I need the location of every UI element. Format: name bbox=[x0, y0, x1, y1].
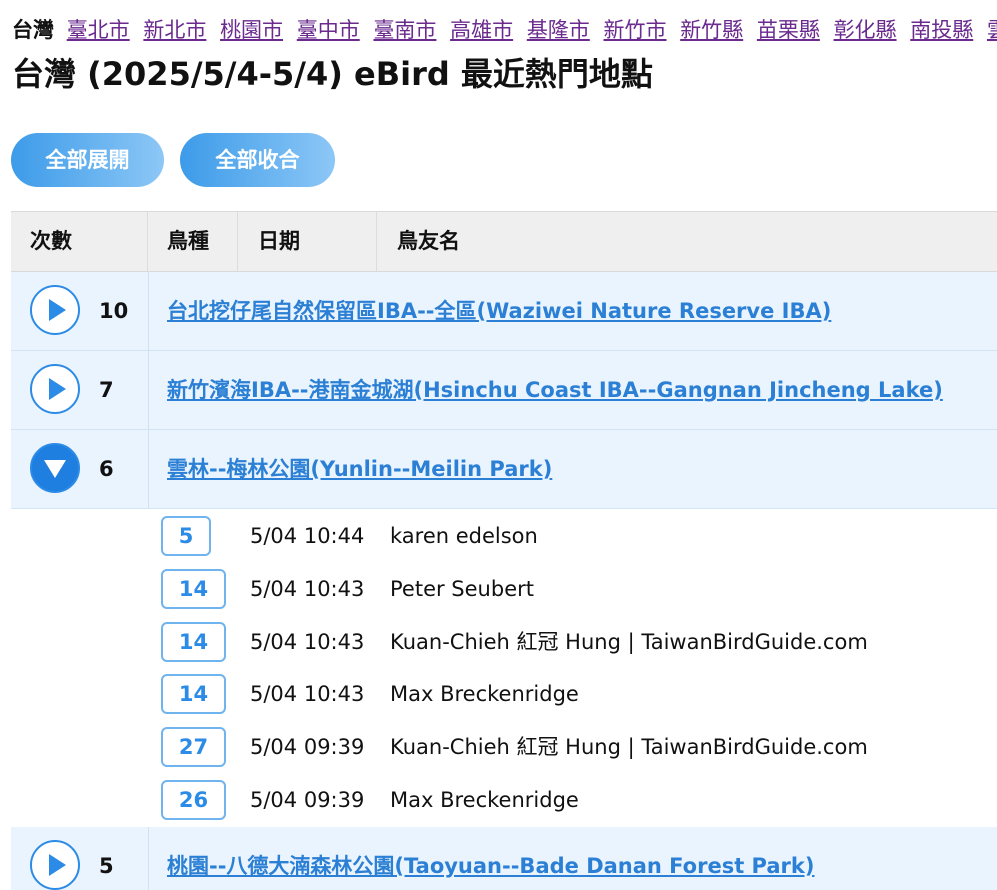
collapse-all-button[interactable]: 全部收合 bbox=[180, 133, 335, 187]
region-link[interactable]: 桃園市 bbox=[220, 18, 283, 42]
species-count-badge[interactable]: 5 bbox=[161, 516, 211, 556]
header-species[interactable]: 鳥種 bbox=[148, 212, 238, 271]
collapse-toggle-button[interactable] bbox=[30, 443, 80, 493]
header-count[interactable]: 次數 bbox=[11, 212, 148, 271]
expand-toggle-button[interactable] bbox=[30, 364, 80, 414]
location-link[interactable]: 桃園--八德大湳森林公園(Taoyuan--Bade Danan Forest … bbox=[167, 827, 814, 890]
location-row: 10 台北挖仔尾自然保留區IBA--全區(Waziwei Nature Rese… bbox=[11, 272, 997, 351]
species-count-badge[interactable]: 14 bbox=[161, 622, 226, 662]
region-link[interactable]: 臺北市 bbox=[67, 18, 130, 42]
birder-name: Kuan-Chieh 紅冠 Hung | TaiwanBirdGuide.com bbox=[390, 735, 868, 759]
hotspot-table: 次數 鳥種 日期 鳥友名 10 台北挖仔尾自然保留區IBA--全區(Waziwe… bbox=[11, 211, 997, 890]
checklist-date: 5/04 09:39 bbox=[250, 735, 365, 759]
birder-name: karen edelson bbox=[390, 524, 538, 548]
expand-toggle-button[interactable] bbox=[30, 840, 80, 890]
region-link[interactable]: 高雄市 bbox=[450, 18, 513, 42]
header-birder[interactable]: 鳥友名 bbox=[377, 212, 997, 271]
location-count: 10 bbox=[99, 299, 129, 323]
region-link[interactable]: 新竹市 bbox=[604, 18, 667, 42]
region-link[interactable]: 苗栗縣 bbox=[757, 18, 820, 42]
triangle-down-icon bbox=[44, 460, 66, 478]
checklist-row: 27 5/04 09:39 Kuan-Chieh 紅冠 Hung | Taiwa… bbox=[11, 721, 997, 774]
region-link[interactable]: 新竹縣 bbox=[680, 18, 743, 42]
species-count-badge[interactable]: 14 bbox=[161, 674, 226, 714]
region-country: 台灣 bbox=[12, 18, 54, 42]
region-link[interactable]: 基隆市 bbox=[527, 18, 590, 42]
region-nav: 台灣 臺北市 新北市 桃園市 臺中市 臺南市 高雄市 基隆市 新竹市 新竹縣 苗… bbox=[12, 14, 997, 46]
checklist-date: 5/04 10:44 bbox=[250, 524, 365, 548]
species-count-badge[interactable]: 27 bbox=[161, 727, 226, 767]
checklist-date: 5/04 10:43 bbox=[250, 577, 365, 601]
play-icon bbox=[49, 299, 66, 321]
region-link[interactable]: 臺中市 bbox=[297, 18, 360, 42]
region-link[interactable]: 臺南市 bbox=[373, 18, 436, 42]
location-row: 5 桃園--八德大湳森林公園(Taoyuan--Bade Danan Fores… bbox=[11, 827, 997, 890]
checklist-row: 14 5/04 10:43 Kuan-Chieh 紅冠 Hung | Taiwa… bbox=[11, 616, 997, 669]
checklist-row: 26 5/04 09:39 Max Breckenridge bbox=[11, 774, 997, 827]
checklist-date: 5/04 10:43 bbox=[250, 630, 365, 654]
region-link[interactable]: 雲 bbox=[987, 18, 997, 42]
checklist-row: 14 5/04 10:43 Max Breckenridge bbox=[11, 668, 997, 721]
location-count: 5 bbox=[99, 854, 114, 878]
page-title: 台灣 (2025/5/4-5/4) eBird 最近熱門地點 bbox=[12, 55, 653, 93]
birder-name: Peter Seubert bbox=[390, 577, 534, 601]
location-link[interactable]: 新竹濱海IBA--港南金城湖(Hsinchu Coast IBA--Gangna… bbox=[167, 351, 943, 429]
birder-name: Kuan-Chieh 紅冠 Hung | TaiwanBirdGuide.com bbox=[390, 630, 868, 654]
expand-toggle-button[interactable] bbox=[30, 285, 80, 335]
header-date[interactable]: 日期 bbox=[238, 212, 377, 271]
location-count: 6 bbox=[99, 457, 114, 481]
checklist-date: 5/04 09:39 bbox=[250, 788, 365, 812]
location-row: 6 雲林--梅林公園(Yunlin--Meilin Park) bbox=[11, 430, 997, 509]
birder-name: Max Breckenridge bbox=[390, 788, 579, 812]
region-link[interactable]: 彰化縣 bbox=[834, 18, 897, 42]
checklist-row: 5 5/04 10:44 karen edelson bbox=[11, 510, 997, 563]
birder-name: Max Breckenridge bbox=[390, 682, 579, 706]
checklist-row: 14 5/04 10:43 Peter Seubert bbox=[11, 563, 997, 616]
location-link[interactable]: 台北挖仔尾自然保留區IBA--全區(Waziwei Nature Reserve… bbox=[167, 272, 831, 350]
checklist-date: 5/04 10:43 bbox=[250, 682, 365, 706]
expand-all-button[interactable]: 全部展開 bbox=[11, 133, 164, 187]
region-link[interactable]: 新北市 bbox=[143, 18, 206, 42]
location-link[interactable]: 雲林--梅林公園(Yunlin--Meilin Park) bbox=[167, 430, 552, 508]
table-header: 次數 鳥種 日期 鳥友名 bbox=[11, 212, 997, 272]
location-row: 7 新竹濱海IBA--港南金城湖(Hsinchu Coast IBA--Gang… bbox=[11, 351, 997, 430]
play-icon bbox=[49, 854, 66, 876]
species-count-badge[interactable]: 26 bbox=[161, 780, 226, 820]
region-link[interactable]: 南投縣 bbox=[910, 18, 973, 42]
species-count-badge[interactable]: 14 bbox=[161, 569, 226, 609]
location-count: 7 bbox=[99, 378, 114, 402]
play-icon bbox=[49, 378, 66, 400]
